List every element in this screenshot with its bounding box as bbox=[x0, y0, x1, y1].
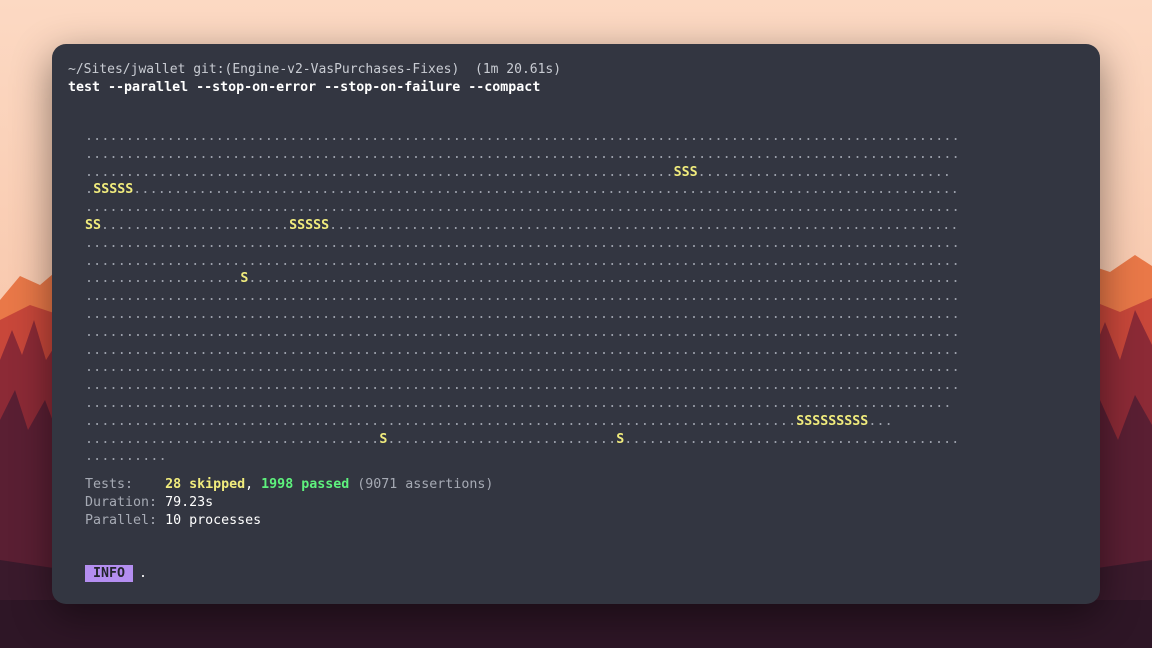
duration-value: 79.23s bbox=[165, 495, 214, 510]
duration-label: Duration: bbox=[85, 495, 158, 510]
passed-count: 1998 passed bbox=[261, 477, 350, 492]
passed-dots: ....................... bbox=[101, 217, 290, 233]
passed-dots: ........................................… bbox=[85, 360, 960, 376]
passed-dots: ........................................… bbox=[248, 271, 960, 287]
passed-dots: ................... bbox=[85, 271, 241, 287]
parallel-label: Parallel: bbox=[85, 513, 158, 528]
passed-dots: ........................................… bbox=[85, 146, 960, 162]
passed-dots: ........................................… bbox=[329, 217, 959, 233]
progress-row: ........................................… bbox=[85, 324, 960, 342]
passed-dots: ........................................… bbox=[624, 431, 960, 447]
skipped-marker: SS bbox=[85, 217, 102, 233]
skipped-count: 28 skipped bbox=[165, 477, 246, 492]
passed-dots: ........................................… bbox=[85, 164, 674, 180]
passed-dots: ........................................… bbox=[85, 200, 960, 216]
progress-row: ........................................… bbox=[85, 253, 960, 271]
passed-dots: ........................................… bbox=[85, 378, 960, 394]
parallel-row: Parallel: 10 processes bbox=[85, 512, 493, 530]
progress-row: ........................................… bbox=[85, 164, 960, 182]
passed-dots: ........................................… bbox=[85, 324, 960, 340]
progress-row: ........................................… bbox=[85, 306, 960, 324]
info-text: . bbox=[139, 566, 148, 581]
skipped-marker: SSSSSSSSS bbox=[796, 413, 869, 429]
passed-dots: . bbox=[85, 182, 94, 198]
terminal-command: test --parallel --stop-on-error --stop-o… bbox=[68, 80, 541, 95]
progress-row: ........................................… bbox=[85, 359, 960, 377]
tests-summary-row: Tests: 28 skipped, 1998 passed (9071 ass… bbox=[85, 476, 493, 494]
passed-dots: ........................................… bbox=[85, 395, 952, 411]
tests-label: Tests: bbox=[85, 477, 134, 492]
skipped-marker: SSS bbox=[673, 164, 698, 180]
parallel-value: 10 processes bbox=[165, 513, 262, 528]
progress-row: ........................................… bbox=[85, 342, 960, 360]
info-line: INFO. bbox=[85, 565, 147, 583]
info-badge: INFO bbox=[85, 565, 134, 582]
terminal-window[interactable]: ~/Sites/jwallet git:(Engine-v2-VasPurcha… bbox=[52, 44, 1100, 604]
test-summary: Tests: 28 skipped, 1998 passed (9071 ass… bbox=[85, 476, 493, 530]
progress-row: ...................S....................… bbox=[85, 270, 960, 288]
progress-row: SS.......................SSSSS..........… bbox=[85, 217, 960, 235]
passed-dots: ........................................… bbox=[85, 235, 960, 251]
progress-row: ........................................… bbox=[85, 128, 960, 146]
passed-dots: ........................................… bbox=[85, 129, 960, 144]
passed-dots: .......... bbox=[85, 449, 167, 465]
skipped-marker: SSSSS bbox=[93, 182, 134, 198]
passed-dots: ........................................… bbox=[85, 413, 797, 429]
progress-row: ........................................… bbox=[85, 395, 960, 413]
progress-row: ........................................… bbox=[85, 377, 960, 395]
test-progress-output: ........................................… bbox=[85, 128, 960, 466]
duration-row: Duration: 79.23s bbox=[85, 494, 493, 512]
passed-dots: ........................................… bbox=[85, 342, 960, 358]
passed-dots: ............................ bbox=[387, 431, 617, 447]
assertions-count: (9071 assertions) bbox=[357, 477, 494, 492]
passed-dots: ............................... bbox=[697, 164, 952, 180]
skipped-marker: SSSSS bbox=[289, 217, 330, 233]
terminal-path-line: ~/Sites/jwallet git:(Engine-v2-VasPurcha… bbox=[68, 62, 562, 77]
passed-dots: ........................................… bbox=[85, 253, 960, 269]
passed-dots: ........................................… bbox=[133, 182, 959, 198]
passed-dots: ........................................… bbox=[85, 306, 960, 322]
progress-row: ........................................… bbox=[85, 235, 960, 253]
progress-row: .......... bbox=[85, 448, 960, 466]
progress-row: ........................................… bbox=[85, 288, 960, 306]
progress-row: ........................................… bbox=[85, 146, 960, 164]
passed-dots: ... bbox=[868, 413, 893, 429]
progress-row: .SSSSS..................................… bbox=[85, 181, 960, 199]
passed-dots: ........................................… bbox=[85, 289, 960, 305]
passed-dots: .................................... bbox=[85, 431, 380, 447]
summary-separator: , bbox=[245, 477, 254, 492]
progress-row: ....................................S...… bbox=[85, 431, 960, 449]
progress-row: ........................................… bbox=[85, 199, 960, 217]
progress-row: ........................................… bbox=[85, 413, 960, 431]
